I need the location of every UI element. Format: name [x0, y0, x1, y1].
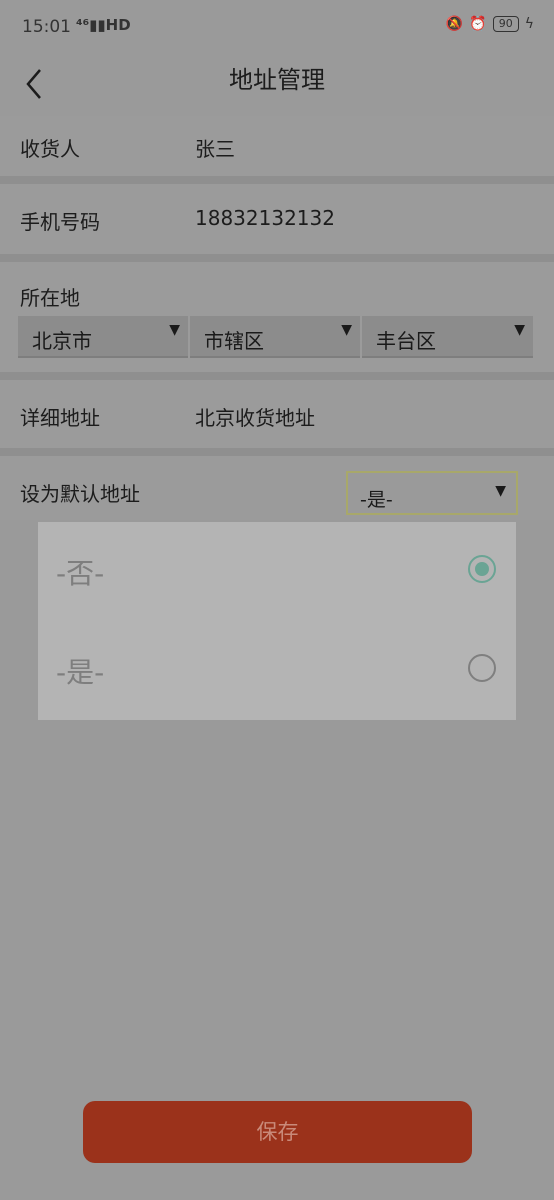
status-bar: 15:01 ⁴⁶▮▮HD 🔕 ⏰ 90 ϟ: [0, 0, 554, 56]
status-icons: 🔕 ⏰ 90 ϟ: [446, 16, 534, 32]
divider: [0, 448, 554, 456]
detail-address-label: 详细地址: [20, 406, 100, 430]
signal-icon: ⁴⁶▮▮HD: [76, 16, 131, 34]
receiver-label: 收货人: [20, 137, 80, 161]
page-title: 地址管理: [229, 66, 325, 94]
district-value: 丰台区: [376, 329, 436, 353]
chevron-down-icon: ▼: [495, 483, 506, 499]
save-button[interactable]: 保存: [83, 1101, 472, 1163]
province-select[interactable]: 北京市 ▼: [18, 316, 188, 358]
default-options-dropdown: -否- -是-: [38, 522, 516, 720]
radio-checked-icon[interactable]: [468, 555, 496, 583]
divider: [0, 176, 554, 184]
phone-value[interactable]: 18832132132: [195, 206, 335, 230]
phone-label: 手机号码: [20, 210, 100, 234]
mute-icon: 🔕: [445, 16, 464, 32]
divider: [0, 254, 554, 262]
city-select[interactable]: 市辖区 ▼: [190, 316, 360, 358]
divider: [0, 372, 554, 380]
detail-address-row[interactable]: 详细地址 北京收货地址: [0, 380, 554, 448]
receiver-value[interactable]: 张三: [195, 133, 235, 162]
header: 地址管理: [0, 56, 554, 116]
chevron-down-icon: ▼: [341, 322, 352, 338]
district-select[interactable]: 丰台区 ▼: [362, 316, 533, 358]
battery-icon: 90: [492, 16, 519, 32]
default-address-value: -是-: [360, 489, 393, 511]
location-label: 所在地: [20, 286, 80, 310]
chevron-down-icon: ▼: [514, 322, 525, 338]
phone-row[interactable]: 手机号码 18832132132: [0, 184, 554, 254]
charging-icon: ϟ: [524, 16, 534, 32]
detail-address-value[interactable]: 北京收货地址: [195, 402, 315, 431]
default-address-select[interactable]: -是- ▼: [346, 471, 518, 515]
status-time: 15:01: [22, 17, 71, 37]
chevron-down-icon: ▼: [169, 322, 180, 338]
radio-unchecked-icon[interactable]: [468, 654, 496, 682]
city-value: 市辖区: [204, 329, 264, 353]
default-address-label: 设为默认地址: [20, 482, 140, 506]
option-label: -否-: [56, 557, 105, 590]
alarm-icon: ⏰: [469, 16, 487, 32]
option-label: -是-: [56, 656, 105, 689]
province-value: 北京市: [32, 329, 92, 353]
option-no[interactable]: -否-: [38, 522, 516, 621]
receiver-row[interactable]: 收货人 张三: [0, 116, 554, 176]
option-yes[interactable]: -是-: [38, 621, 516, 720]
